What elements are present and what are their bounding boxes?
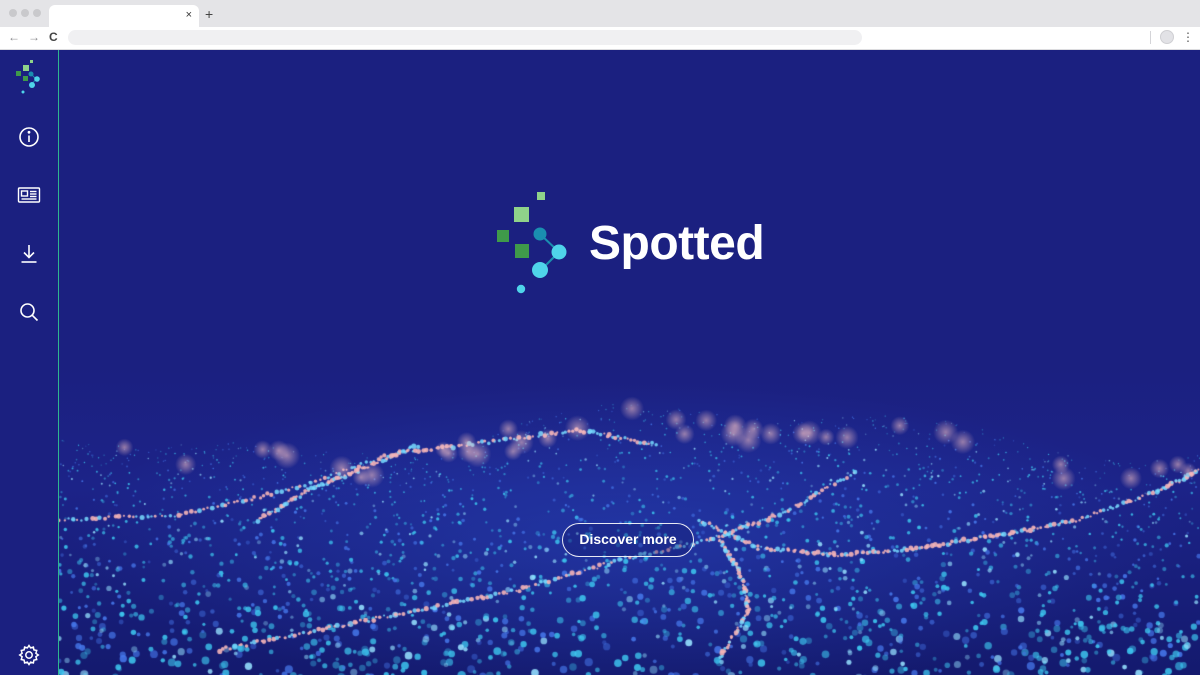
page: Spotted Discover more (0, 50, 1200, 675)
browser-toolbar: ← → C ⋮ (0, 27, 1200, 50)
tab-close-icon[interactable]: × (186, 8, 192, 22)
window-minimize-dot[interactable] (21, 9, 29, 17)
sidebar (0, 50, 59, 675)
back-icon[interactable]: ← (8, 29, 20, 45)
discover-more-button[interactable]: Discover more (562, 523, 694, 557)
browser-tab[interactable]: × (49, 5, 199, 27)
news-icon[interactable] (17, 183, 41, 207)
spotted-logo-icon (497, 190, 573, 298)
particle-network-image (59, 50, 1200, 675)
hero-section: Spotted Discover more (59, 50, 1200, 675)
brand-lockup: Spotted (497, 190, 827, 300)
new-tab-button[interactable]: + (205, 6, 213, 22)
window-maximize-dot[interactable] (33, 9, 41, 17)
profile-avatar[interactable] (1160, 30, 1174, 44)
forward-icon[interactable]: → (28, 29, 40, 45)
toolbar-divider (1150, 31, 1151, 44)
settings-icon[interactable] (17, 643, 41, 667)
brand-name: Spotted (589, 217, 765, 270)
window-close-dot[interactable] (9, 9, 17, 17)
search-icon[interactable] (17, 300, 41, 324)
download-icon[interactable] (17, 242, 41, 266)
browser-tab-bar: × + (0, 0, 1200, 27)
browser-menu-icon[interactable]: ⋮ (1182, 28, 1194, 46)
logo-icon[interactable] (14, 60, 44, 98)
reload-icon[interactable]: C (49, 29, 58, 45)
info-icon[interactable] (17, 125, 41, 149)
address-bar[interactable] (68, 30, 862, 45)
